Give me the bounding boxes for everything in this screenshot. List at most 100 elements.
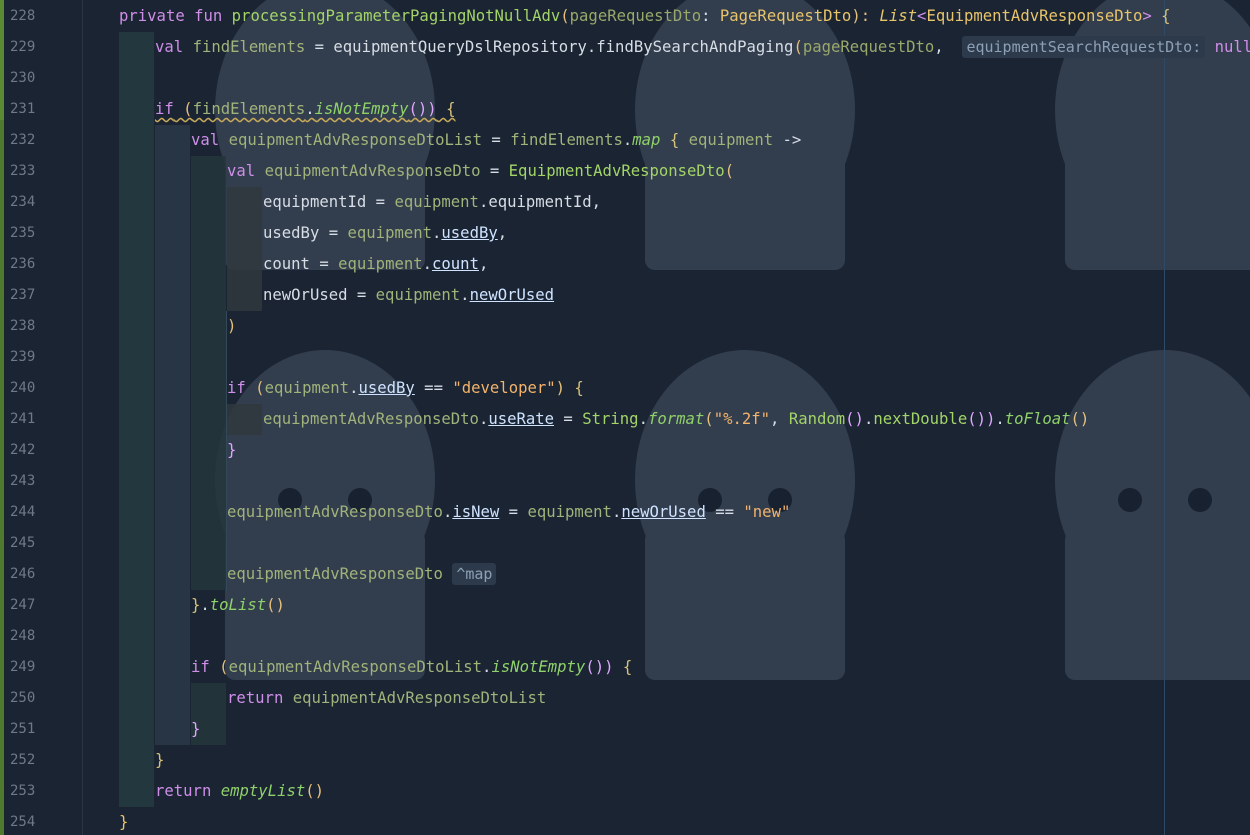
code-line-231[interactable]: if (findElements.isNotEmpty()) { bbox=[155, 94, 455, 125]
operator: = bbox=[347, 286, 376, 304]
paren: () bbox=[305, 782, 325, 800]
code-line-237[interactable]: newOrUsed = equipment.newOrUsed bbox=[263, 280, 554, 311]
operator: = bbox=[480, 162, 509, 180]
generic-close: > bbox=[1142, 7, 1152, 25]
keyword-if: if bbox=[227, 379, 246, 397]
comma: , bbox=[770, 410, 789, 428]
line-number[interactable]: 241 bbox=[10, 404, 50, 435]
receiver: equipment bbox=[527, 503, 612, 521]
named-arg: count bbox=[263, 255, 310, 273]
line-number[interactable]: 254 bbox=[10, 807, 50, 835]
code-line-244[interactable]: equipmentAdvResponseDto.isNew = equipmen… bbox=[227, 497, 790, 528]
named-arg: newOrUsed bbox=[263, 286, 348, 304]
line-number[interactable]: 233 bbox=[10, 156, 50, 187]
line-number[interactable]: 235 bbox=[10, 218, 50, 249]
line-number[interactable]: 253 bbox=[10, 776, 50, 807]
brace-close: } bbox=[191, 720, 201, 738]
named-arg: equipmentId bbox=[263, 193, 367, 211]
line-number[interactable]: 244 bbox=[10, 497, 50, 528]
line-number[interactable]: 250 bbox=[10, 683, 50, 714]
indent-block-level-4 bbox=[227, 187, 262, 311]
return-type-list: List bbox=[879, 7, 918, 25]
code-line-229[interactable]: val findElements = equipmentQueryDslRepo… bbox=[155, 32, 1250, 63]
line-number[interactable]: 232 bbox=[10, 125, 50, 156]
line-number[interactable]: 228 bbox=[10, 1, 50, 32]
line-number[interactable]: 234 bbox=[10, 187, 50, 218]
line-number[interactable]: 238 bbox=[10, 311, 50, 342]
code-line-250[interactable]: return equipmentAdvResponseDtoList bbox=[227, 683, 546, 714]
brace: { bbox=[660, 131, 689, 149]
keyword-private: private bbox=[119, 7, 185, 25]
dot: . bbox=[638, 410, 648, 428]
property: usedBy bbox=[358, 379, 415, 397]
line-number[interactable]: 229 bbox=[10, 32, 50, 63]
operator: = bbox=[554, 410, 583, 428]
line-number[interactable]: 231 bbox=[10, 94, 50, 125]
comma: , bbox=[478, 255, 489, 273]
comma: , bbox=[591, 193, 602, 211]
line-number[interactable]: 239 bbox=[10, 342, 50, 373]
operator: = bbox=[319, 224, 348, 242]
code-line-233[interactable]: val equipmentAdvResponseDto = EquipmentA… bbox=[227, 156, 734, 187]
code-line-228[interactable]: private fun processingParameterPagingNot… bbox=[119, 1, 1171, 32]
lambda-return-hint: ^map bbox=[452, 563, 497, 585]
map-call: map bbox=[632, 131, 661, 149]
paren: ( bbox=[245, 379, 265, 397]
string-literal: "developer" bbox=[452, 379, 556, 397]
operator: == bbox=[705, 503, 744, 521]
class-name: String bbox=[582, 410, 639, 428]
code-line-236[interactable]: count = equipment.count, bbox=[263, 249, 488, 280]
paren: ( bbox=[209, 658, 229, 676]
line-number[interactable]: 237 bbox=[10, 280, 50, 311]
brace: { bbox=[613, 658, 633, 676]
variable-name: findElements bbox=[192, 38, 306, 56]
code-editor[interactable]: 228 229 230 231 232 233 234 235 236 237 238 239 240 2… bbox=[0, 0, 1250, 835]
property: newOrUsed bbox=[469, 286, 555, 304]
indent-block-level-2 bbox=[155, 125, 190, 745]
code-line-238[interactable]: ) bbox=[227, 311, 236, 342]
line-number[interactable]: 248 bbox=[10, 621, 50, 652]
keyword-return: return bbox=[155, 782, 212, 800]
line-number[interactable]: 252 bbox=[10, 745, 50, 776]
code-line-234[interactable]: equipmentId = equipment.equipmentId, bbox=[263, 187, 601, 218]
line-number[interactable]: 245 bbox=[10, 528, 50, 559]
line-number[interactable]: 230 bbox=[10, 63, 50, 94]
line-number[interactable]: 243 bbox=[10, 466, 50, 497]
dot: . bbox=[305, 100, 315, 118]
keyword-if: if bbox=[155, 100, 174, 118]
operator: = bbox=[305, 38, 334, 56]
line-number[interactable]: 246 bbox=[10, 559, 50, 590]
code-line-253[interactable]: return emptyList() bbox=[155, 776, 324, 807]
constructor-call: EquipmentAdvResponseDto bbox=[508, 162, 725, 180]
function-name: processingParameterPagingNotNullAdv bbox=[231, 7, 561, 25]
code-line-235[interactable]: usedBy = equipment.usedBy, bbox=[263, 218, 507, 249]
line-number[interactable]: 240 bbox=[10, 373, 50, 404]
code-line-242[interactable]: } bbox=[227, 435, 236, 466]
dot: . bbox=[478, 193, 489, 211]
line-number[interactable]: 251 bbox=[10, 714, 50, 745]
line-number[interactable]: 236 bbox=[10, 249, 50, 280]
receiver: findElements bbox=[510, 131, 623, 149]
line-number[interactable]: 247 bbox=[10, 590, 50, 621]
code-line-251[interactable]: } bbox=[191, 714, 200, 745]
keyword-val: val bbox=[227, 162, 256, 180]
code-line-246[interactable]: equipmentAdvResponseDto ^map bbox=[227, 559, 497, 590]
paren: ( bbox=[560, 7, 570, 25]
code-line-240[interactable]: if (equipment.usedBy == "developer") { bbox=[227, 373, 584, 404]
code-line-247[interactable]: }.toList() bbox=[191, 590, 285, 621]
method-call: nextDouble bbox=[873, 410, 968, 428]
extension-call: isNotEmpty bbox=[314, 100, 409, 118]
comma: , bbox=[934, 38, 944, 56]
code-line-249[interactable]: if (equipmentAdvResponseDtoList.isNotEmp… bbox=[191, 652, 632, 683]
lambda-result: equipmentAdvResponseDto bbox=[227, 565, 443, 583]
paren: ( bbox=[724, 162, 734, 180]
operator: == bbox=[414, 379, 453, 397]
variable-ref: findElements bbox=[192, 100, 306, 118]
code-line-241[interactable]: equipmentAdvResponseDto.useRate = String… bbox=[263, 404, 1089, 435]
code-line-252[interactable]: } bbox=[155, 745, 164, 776]
line-number[interactable]: 249 bbox=[10, 652, 50, 683]
vcs-change-marker bbox=[0, 0, 4, 835]
line-number[interactable]: 242 bbox=[10, 435, 50, 466]
code-line-232[interactable]: val equipmentAdvResponseDtoList = findEl… bbox=[191, 125, 801, 156]
code-line-254[interactable]: } bbox=[119, 807, 128, 835]
